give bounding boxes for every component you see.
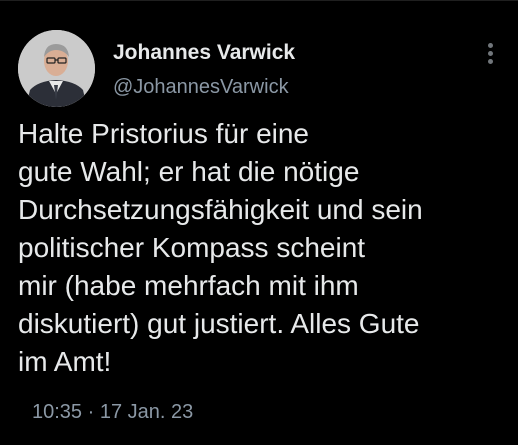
author-avatar[interactable]: [18, 30, 95, 107]
tweet-text-line: diskutiert) gut justiert. Alles Gute: [18, 308, 420, 339]
author-handle[interactable]: @JohannesVarwick: [113, 76, 289, 99]
profile-photo-icon: [18, 30, 95, 107]
more-options-button[interactable]: [480, 39, 502, 69]
tweet-text-line: im Amt!: [18, 346, 112, 377]
more-vertical-icon: [488, 59, 493, 64]
tweet-text: Halte Pristorius für eine gute Wahl; er …: [18, 115, 498, 381]
more-vertical-icon: [488, 51, 493, 56]
tweet-timestamp[interactable]: 10:35 · 17 Jan. 23: [32, 401, 193, 424]
tweet-text-line: Halte Pristorius für eine: [18, 118, 310, 149]
tweet-text-line: mir (habe mehrfach mit ihm: [18, 270, 359, 301]
author-name[interactable]: Johannes Varwick: [113, 41, 295, 65]
tweet-text-line: gute Wahl; er hat die nötige: [18, 156, 360, 187]
tweet-card: Johannes Varwick @JohannesVarwick Halte …: [0, 0, 518, 445]
more-vertical-icon: [488, 43, 493, 48]
tweet-text-line: politischer Kompass scheint: [18, 232, 366, 263]
tweet-text-line: Durchsetzungsfähigkeit und sein: [18, 194, 423, 225]
